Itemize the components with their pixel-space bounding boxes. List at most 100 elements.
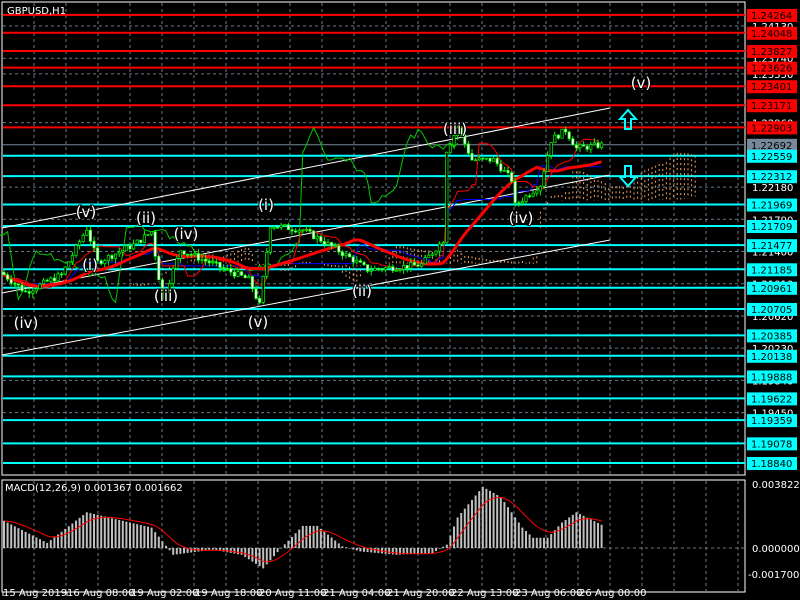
macd-axis-label: 0.000000 <box>752 544 800 555</box>
candle-body <box>438 243 442 252</box>
macd-bar <box>564 519 567 548</box>
macd-bar <box>147 526 149 548</box>
macd-axis-label: -0.001700 <box>748 570 799 581</box>
candle-body <box>207 260 211 264</box>
time-axis-label: 26 Aug 00:00 <box>579 588 646 599</box>
macd-bar <box>571 514 574 548</box>
macd-bar <box>114 519 117 548</box>
macd-bar <box>269 548 272 561</box>
macd-bar <box>521 527 524 548</box>
candle-body <box>589 144 593 150</box>
macd-bar <box>420 548 423 554</box>
macd-bar <box>355 548 358 551</box>
macd-bar <box>445 544 448 548</box>
candle-body <box>142 234 146 243</box>
candle-body <box>585 145 589 150</box>
wave-label: (i) <box>82 256 98 274</box>
candle-body <box>9 278 13 284</box>
price-chart[interactable]: 1.241301.237401.235501.229601.221801.217… <box>0 0 800 600</box>
candle-body <box>528 195 532 198</box>
horizontal-levels[interactable]: 1.24264 1.24048 1.23827 1.23626 1.23401 1.231… <box>3 8 797 471</box>
wave-label: (iv) <box>14 314 39 332</box>
candle-body <box>78 241 82 246</box>
candle-body <box>193 253 197 256</box>
macd-bar <box>600 524 603 548</box>
candle-body <box>499 163 503 172</box>
macd-bar <box>471 499 473 548</box>
macd-bar <box>312 525 315 548</box>
candle-body <box>178 250 182 259</box>
macd-bar <box>496 494 499 548</box>
time-axis-label: 23 Aug 06:00 <box>515 588 582 599</box>
wave-label: (v) <box>631 74 652 92</box>
price-level-label: 1.20138 <box>751 352 792 363</box>
arrow-up-icon[interactable] <box>617 108 639 130</box>
candle-body <box>258 298 262 303</box>
macd-bar <box>31 535 34 548</box>
macd-bar <box>143 525 146 548</box>
candle-body <box>524 195 528 202</box>
candle-body <box>416 264 420 267</box>
candle-body <box>380 268 384 271</box>
candle-body <box>24 290 28 293</box>
macd-bar <box>6 522 9 548</box>
candle-body <box>189 253 193 256</box>
candle-body <box>304 229 308 231</box>
macd-bar <box>42 541 45 548</box>
candle-body <box>553 134 557 143</box>
macd-bar <box>179 548 182 554</box>
candle-body <box>301 229 305 232</box>
macd-bar <box>139 525 142 548</box>
candle-body <box>290 229 294 232</box>
chart-title: GBPUSD,H1 <box>7 6 66 17</box>
wave-label: (ii) <box>136 209 156 227</box>
candle-body <box>373 267 377 271</box>
time-axis: 15 Aug 2019 16 Aug 08:0019 Aug 02:0019 Au… <box>2 588 646 599</box>
macd-bar <box>161 541 164 548</box>
channel-middle-line[interactable] <box>1 174 611 294</box>
candle-body <box>279 224 283 228</box>
macd-bar <box>17 528 20 548</box>
macd-bar <box>352 548 355 550</box>
macd-bar <box>132 523 135 548</box>
macd-bar <box>507 507 509 548</box>
time-axis-label: 15 Aug 2019 <box>3 588 67 599</box>
candle-body <box>70 255 74 263</box>
chart-window[interactable]: 1.241301.237401.235501.229601.221801.217… <box>0 0 800 600</box>
candle-body <box>294 230 298 233</box>
macd-bar <box>453 526 455 548</box>
time-axis-label: 19 Aug 02:00 <box>131 588 198 599</box>
macd-bar <box>550 533 553 548</box>
macd-bar <box>438 548 441 549</box>
macd-bar <box>492 492 495 548</box>
candle-body <box>236 271 240 277</box>
wave-label: (iii) <box>443 120 467 138</box>
candle-body <box>63 266 67 275</box>
macd-bar <box>103 516 106 548</box>
macd-bar <box>539 537 542 548</box>
macd-label: MACD(12,26,9) 0.001367 0.001662 <box>5 483 183 494</box>
candle-body <box>427 254 431 258</box>
price-level-label: 1.21709 <box>751 222 792 233</box>
candle-body <box>330 242 334 247</box>
candle-body <box>297 230 301 233</box>
macd-bar <box>82 515 85 548</box>
candle-body <box>434 250 438 255</box>
candle-body <box>261 275 265 303</box>
candle-body <box>49 277 53 282</box>
candle-body <box>596 142 600 148</box>
candle-body <box>135 239 139 245</box>
macd-bar <box>233 548 236 554</box>
candle-body <box>283 224 287 226</box>
candle-body <box>430 253 434 256</box>
candle-body <box>52 277 56 282</box>
wave-label: (ii) <box>352 282 372 300</box>
macd-bar <box>100 515 103 548</box>
candle-body <box>492 157 496 162</box>
macd-bar <box>363 548 365 552</box>
macd-bar <box>474 495 477 548</box>
macd-bar <box>409 548 412 555</box>
candle-body <box>250 276 254 290</box>
candle-body <box>117 251 121 255</box>
macd-bar <box>183 548 185 554</box>
